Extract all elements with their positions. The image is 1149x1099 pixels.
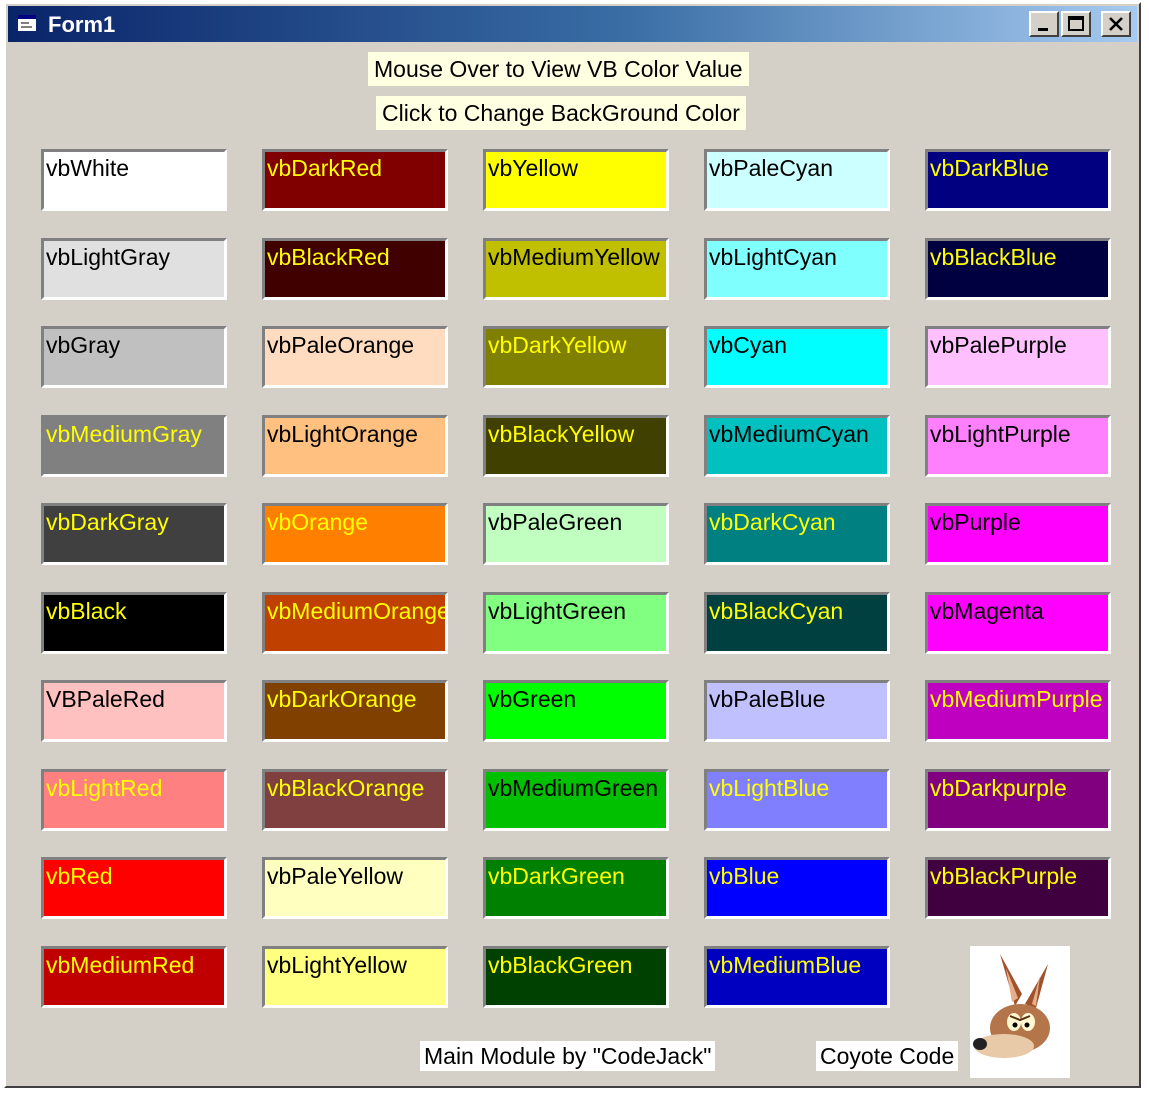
maximize-icon	[1068, 16, 1084, 31]
mouse-over-hint: Mouse Over to View VB Color Value	[368, 52, 749, 86]
minimize-icon	[1038, 28, 1048, 31]
color-swatch-vbdarkcyan[interactable]: vbDarkCyan	[704, 503, 890, 565]
color-swatch-vbgray[interactable]: vbGray	[41, 326, 227, 388]
color-swatch-vblightgray[interactable]: vbLightGray	[41, 238, 227, 300]
color-swatch-vbdarkpurple[interactable]: vbDarkpurple	[925, 769, 1111, 831]
color-swatch-vbgreen[interactable]: vbGreen	[483, 680, 669, 742]
color-swatch-vbblackpurple[interactable]: vbBlackPurple	[925, 857, 1111, 919]
color-swatch-vborange[interactable]: vbOrange	[262, 503, 448, 565]
color-swatch-vbdarkgray[interactable]: vbDarkGray	[41, 503, 227, 565]
color-swatch-vbred[interactable]: vbRed	[41, 857, 227, 919]
color-swatch-vblightgreen[interactable]: vbLightGreen	[483, 592, 669, 654]
color-swatch-vblightorange[interactable]: vbLightOrange	[262, 415, 448, 477]
color-swatch-vbwhite[interactable]: vbWhite	[41, 149, 227, 211]
color-swatch-vbblue[interactable]: vbBlue	[704, 857, 890, 919]
close-button[interactable]	[1101, 11, 1131, 37]
color-swatch-vbdarkorange[interactable]: vbDarkOrange	[262, 680, 448, 742]
coyote-code-label: Coyote Code	[816, 1041, 959, 1071]
color-swatch-vbblackgreen[interactable]: vbBlackGreen	[483, 946, 669, 1008]
title-bar[interactable]: Form1	[8, 6, 1137, 42]
color-swatch-vbpaleblue[interactable]: vbPaleBlue	[704, 680, 890, 742]
color-swatch-vbmediumblue[interactable]: vbMediumBlue	[704, 946, 890, 1008]
color-swatch-vbmediumgray[interactable]: vbMediumGray	[41, 415, 227, 477]
color-swatch-vbpaleorange[interactable]: vbPaleOrange	[262, 326, 448, 388]
color-swatch-vbblackred[interactable]: vbBlackRed	[262, 238, 448, 300]
color-swatch-vbdarkred[interactable]: vbDarkRed	[262, 149, 448, 211]
color-swatch-vbpalepurple[interactable]: vbPalePurple	[925, 326, 1111, 388]
color-swatch-vbpalered[interactable]: VBPaleRed	[41, 680, 227, 742]
color-swatch-vbmediumred[interactable]: vbMediumRed	[41, 946, 227, 1008]
color-swatch-vbblackblue[interactable]: vbBlackBlue	[925, 238, 1111, 300]
color-swatch-vbyellow[interactable]: vbYellow	[483, 149, 669, 211]
color-swatch-vbpurple[interactable]: vbPurple	[925, 503, 1111, 565]
color-swatch-vbpalecyan[interactable]: vbPaleCyan	[704, 149, 890, 211]
minimize-button[interactable]	[1029, 11, 1059, 37]
coyote-logo	[970, 946, 1070, 1078]
color-swatch-vbdarkyellow[interactable]: vbDarkYellow	[483, 326, 669, 388]
color-swatch-vbdarkblue[interactable]: vbDarkBlue	[925, 149, 1111, 211]
close-icon	[1109, 17, 1123, 31]
maximize-button[interactable]	[1061, 11, 1091, 37]
color-swatch-vbblackyellow[interactable]: vbBlackYellow	[483, 415, 669, 477]
click-change-hint: Click to Change BackGround Color	[376, 96, 746, 130]
color-swatch-vbmediumorange[interactable]: vbMediumOrange	[262, 592, 448, 654]
color-swatch-vblightyellow[interactable]: vbLightYellow	[262, 946, 448, 1008]
color-swatch-vbblackcyan[interactable]: vbBlackCyan	[704, 592, 890, 654]
color-swatch-vbmediumpurple[interactable]: vbMediumPurple	[925, 680, 1111, 742]
color-swatch-vblightpurple[interactable]: vbLightPurple	[925, 415, 1111, 477]
color-swatch-vblightcyan[interactable]: vbLightCyan	[704, 238, 890, 300]
color-swatch-vbblackorange[interactable]: vbBlackOrange	[262, 769, 448, 831]
form-window: Form1 Mouse Over to View VB Color Value …	[4, 2, 1141, 1088]
color-swatch-vbmediumyellow[interactable]: vbMediumYellow	[483, 238, 669, 300]
color-swatch-vblightred[interactable]: vbLightRed	[41, 769, 227, 831]
color-swatch-vbpaleyellow[interactable]: vbPaleYellow	[262, 857, 448, 919]
color-swatch-vbdarkgreen[interactable]: vbDarkGreen	[483, 857, 669, 919]
credit-label: Main Module by "CodeJack"	[420, 1041, 716, 1071]
color-swatch-vblightblue[interactable]: vbLightBlue	[704, 769, 890, 831]
color-swatch-vbcyan[interactable]: vbCyan	[704, 326, 890, 388]
form-icon	[18, 15, 36, 31]
color-swatch-vbmagenta[interactable]: vbMagenta	[925, 592, 1111, 654]
color-swatch-vbpalegreen[interactable]: vbPaleGreen	[483, 503, 669, 565]
color-swatch-vbblack[interactable]: vbBlack	[41, 592, 227, 654]
color-swatch-vbmediumcyan[interactable]: vbMediumCyan	[704, 415, 890, 477]
window-title: Form1	[48, 12, 116, 37]
color-swatch-vbmediumgreen[interactable]: vbMediumGreen	[483, 769, 669, 831]
